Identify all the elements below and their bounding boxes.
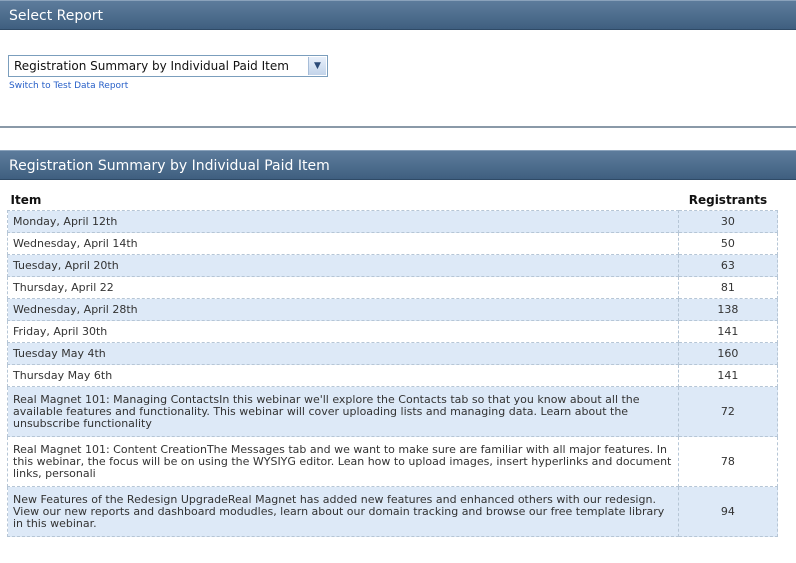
registrants-cell: 63 <box>677 254 779 277</box>
item-cell: Thursday May 6th <box>7 364 679 387</box>
column-header-item: Item <box>10 193 42 207</box>
table-row: Real Magnet 101: Managing ContactsIn thi… <box>7 386 779 437</box>
registration-summary-table: Item Registrants Monday, April 12th 30 Wed… <box>7 190 779 537</box>
registrants-cell: 81 <box>677 276 779 299</box>
registrants-cell: 138 <box>677 298 779 321</box>
registrants-cell: 50 <box>677 232 779 255</box>
table-row: Wednesday, April 14th 50 <box>7 232 779 255</box>
item-cell: Real Magnet 101: Managing ContactsIn thi… <box>7 386 679 437</box>
item-cell: Monday, April 12th <box>7 210 679 233</box>
table-row: Tuesday May 4th 160 <box>7 342 779 365</box>
item-cell: Real Magnet 101: Content CreationThe Mes… <box>7 436 679 487</box>
table-row: New Features of the Redesign UpgradeReal… <box>7 486 779 537</box>
section-divider <box>0 126 796 128</box>
table-row: Wednesday, April 28th 138 <box>7 298 779 321</box>
item-cell: Tuesday, April 20th <box>7 254 679 277</box>
switch-to-test-data-link[interactable]: Switch to Test Data Report <box>9 81 128 91</box>
registrants-cell: 94 <box>677 486 779 537</box>
report-title: Registration Summary by Individual Paid … <box>9 158 330 174</box>
report-header: Registration Summary by Individual Paid … <box>0 150 796 180</box>
registrants-cell: 78 <box>677 436 779 487</box>
registrants-cell: 160 <box>677 342 779 365</box>
registrants-cell: 141 <box>677 320 779 343</box>
table-header-row: Item Registrants <box>8 190 778 211</box>
table-row: Friday, April 30th 141 <box>7 320 779 343</box>
report-select-value: Registration Summary by Individual Paid … <box>14 59 289 73</box>
item-cell: Thursday, April 22 <box>7 276 679 299</box>
registrants-cell: 141 <box>677 364 779 387</box>
table-row: Real Magnet 101: Content CreationThe Mes… <box>7 436 779 487</box>
item-cell: Tuesday May 4th <box>7 342 679 365</box>
chevron-down-icon[interactable]: ▼ <box>308 57 326 75</box>
column-header-registrants: Registrants <box>688 193 768 207</box>
report-select-dropdown[interactable]: Registration Summary by Individual Paid … <box>8 55 328 77</box>
registrants-cell: 30 <box>677 210 779 233</box>
registrants-cell: 72 <box>677 386 779 437</box>
item-cell: Friday, April 30th <box>7 320 679 343</box>
item-cell: Wednesday, April 14th <box>7 232 679 255</box>
select-report-area: Registration Summary by Individual Paid … <box>0 30 796 126</box>
item-cell: New Features of the Redesign UpgradeReal… <box>7 486 679 537</box>
table-row: Thursday May 6th 141 <box>7 364 779 387</box>
table-row: Monday, April 12th 30 <box>7 210 779 233</box>
select-report-title: Select Report <box>9 8 104 24</box>
table-row: Thursday, April 22 81 <box>7 276 779 299</box>
table-row: Tuesday, April 20th 63 <box>7 254 779 277</box>
select-report-header: Select Report <box>0 0 796 30</box>
item-cell: Wednesday, April 28th <box>7 298 679 321</box>
